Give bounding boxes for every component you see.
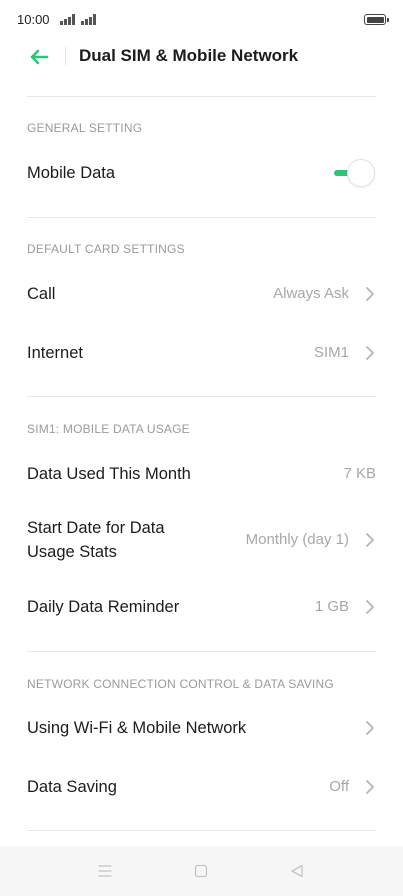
chevron-right-icon bbox=[366, 721, 374, 735]
chevron-right-icon bbox=[366, 533, 374, 547]
section-title-default-card: DEFAULT CARD SETTINGS bbox=[27, 242, 185, 256]
signal-icon bbox=[81, 13, 99, 25]
data-saving-value: Off bbox=[329, 778, 349, 795]
app-header: Dual SIM & Mobile Network bbox=[0, 35, 403, 79]
data-saving-row[interactable]: Data Saving Off bbox=[0, 763, 403, 811]
home-button[interactable] bbox=[191, 862, 211, 880]
status-time: 10:00 bbox=[17, 12, 50, 27]
signal-icon bbox=[60, 13, 78, 25]
divider bbox=[27, 96, 376, 97]
section-title-network-control: NETWORK CONNECTION CONTROL & DATA SAVING bbox=[27, 677, 334, 691]
home-icon bbox=[194, 864, 208, 878]
chevron-right-icon bbox=[366, 287, 374, 301]
start-date-label-line1: Start Date for Data bbox=[27, 519, 165, 537]
start-date-label-line2: Usage Stats bbox=[27, 543, 117, 561]
data-used-label: Data Used This Month bbox=[27, 465, 191, 483]
mobile-data-row[interactable]: Mobile Data bbox=[0, 149, 403, 197]
navigation-bar bbox=[0, 846, 403, 896]
data-used-row: Data Used This Month 7 KB bbox=[0, 450, 403, 498]
start-date-row[interactable]: Start Date for Data Usage Stats Monthly … bbox=[0, 510, 403, 572]
divider bbox=[27, 830, 376, 831]
back-button[interactable] bbox=[20, 39, 58, 75]
internet-label: Internet bbox=[27, 344, 83, 362]
daily-reminder-label: Daily Data Reminder bbox=[27, 598, 180, 616]
data-used-value: 7 KB bbox=[343, 465, 376, 482]
start-date-value: Monthly (day 1) bbox=[245, 531, 349, 548]
divider bbox=[27, 396, 376, 397]
call-value: Always Ask bbox=[273, 285, 349, 302]
toggle-knob bbox=[347, 159, 375, 187]
wifi-mobile-row[interactable]: Using Wi-Fi & Mobile Network bbox=[0, 704, 403, 752]
call-row[interactable]: Call Always Ask bbox=[0, 270, 403, 318]
internet-row[interactable]: Internet SIM1 bbox=[0, 329, 403, 377]
internet-value: SIM1 bbox=[313, 344, 349, 361]
status-bar: 10:00 bbox=[0, 0, 403, 40]
daily-reminder-value: 1 GB bbox=[314, 598, 349, 615]
chevron-right-icon bbox=[366, 780, 374, 794]
battery-icon bbox=[364, 14, 389, 25]
divider bbox=[27, 217, 376, 218]
data-saving-label: Data Saving bbox=[27, 778, 117, 796]
nav-back-button[interactable] bbox=[287, 862, 307, 880]
section-title-usage: SIM1: MOBILE DATA USAGE bbox=[27, 422, 190, 436]
chevron-right-icon bbox=[366, 346, 374, 360]
call-label: Call bbox=[27, 285, 56, 303]
mobile-data-toggle[interactable] bbox=[332, 159, 376, 187]
page-title: Dual SIM & Mobile Network bbox=[79, 46, 299, 65]
menu-icon bbox=[98, 865, 112, 877]
settings-list[interactable]: GENERAL SETTING Mobile Data DEFAULT CARD… bbox=[0, 79, 403, 846]
chevron-right-icon bbox=[366, 600, 374, 614]
divider bbox=[27, 651, 376, 652]
daily-reminder-row[interactable]: Daily Data Reminder 1 GB bbox=[0, 583, 403, 631]
header-divider bbox=[65, 47, 66, 65]
section-title-general: GENERAL SETTING bbox=[27, 121, 143, 135]
wifi-mobile-label: Using Wi-Fi & Mobile Network bbox=[27, 719, 247, 737]
back-icon bbox=[291, 864, 303, 878]
mobile-data-label: Mobile Data bbox=[27, 164, 116, 182]
menu-button[interactable] bbox=[95, 862, 115, 880]
back-arrow-icon bbox=[30, 49, 49, 65]
